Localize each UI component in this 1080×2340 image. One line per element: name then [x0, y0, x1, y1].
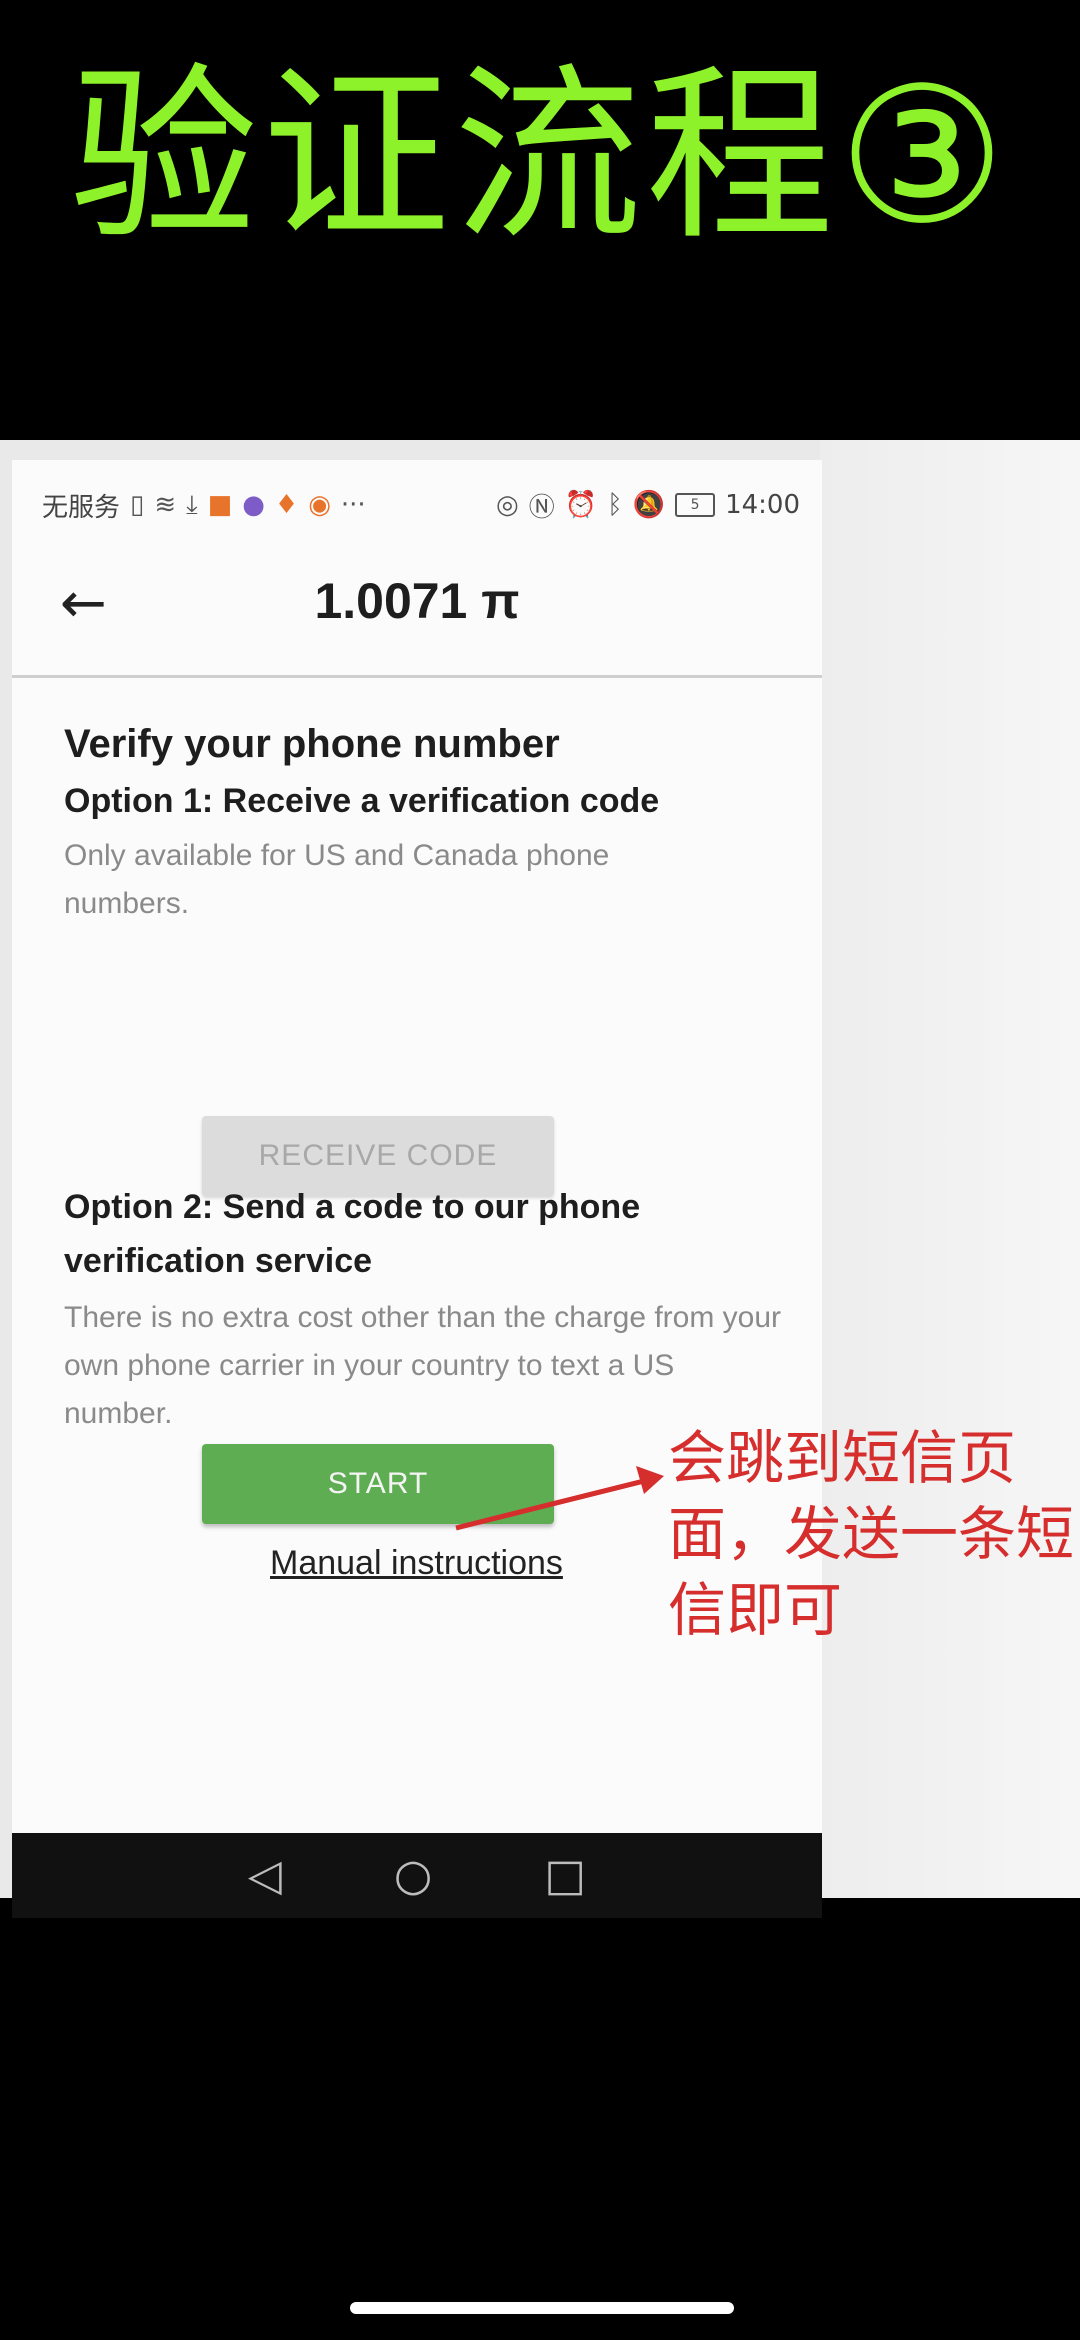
app-notification-icon: ■: [207, 490, 233, 520]
start-button[interactable]: START: [202, 1444, 554, 1524]
nfc-icon: Ⓝ: [528, 492, 555, 523]
more-notifications-icon: ···: [340, 490, 366, 520]
option2-title: Option 2: Send a code to our phone verif…: [64, 1188, 641, 1280]
app-badge-icon: ●: [242, 490, 265, 520]
option1-title: Option 1: Receive a verification code: [64, 782, 660, 820]
home-indicator[interactable]: [350, 2302, 734, 2314]
weibo-icon: ◉: [308, 490, 331, 520]
status-bar: 无服务 ▯ ≋ ⤓ ■ ● ♦ ◉ ··· ◎ Ⓝ ⏰ ᛒ 🔕 5 14:00: [12, 460, 822, 550]
status-time: 14:00: [725, 490, 800, 520]
carrier-label: 无服务: [42, 492, 121, 523]
alarm-icon: ⏰: [564, 490, 598, 520]
sim-icon: ▯: [130, 490, 145, 520]
manual-instructions-link[interactable]: Manual instructions: [270, 1544, 563, 1583]
phone-screen: 无服务 ▯ ≋ ⤓ ■ ● ♦ ◉ ··· ◎ Ⓝ ⏰ ᛒ 🔕 5 14:00 …: [12, 460, 822, 1918]
android-nav-bar: ◁ ○ □: [12, 1833, 822, 1918]
annotation-text: 会跳到短信页面，发送一条短信即可: [668, 1424, 1075, 1644]
option1-description: Only available for US and Canada phone n…: [64, 839, 610, 920]
nav-recents-icon[interactable]: □: [544, 1853, 586, 1898]
eye-icon: ◎: [496, 490, 519, 520]
option2-description: There is no extra cost other than the ch…: [64, 1301, 782, 1430]
banner-title: 验证流程③: [69, 47, 1011, 266]
battery-icon: 5: [675, 493, 716, 517]
nav-back-icon[interactable]: ◁: [248, 1853, 282, 1898]
photo-background: [820, 440, 1080, 1898]
mute-icon: 🔕: [632, 490, 666, 520]
nav-home-icon[interactable]: ○: [394, 1853, 432, 1898]
page-heading: Verify your phone number: [64, 722, 560, 766]
pin-icon: ♦: [274, 490, 299, 520]
status-left: 无服务 ▯ ≋ ⤓ ■ ● ♦ ◉ ···: [42, 487, 366, 524]
bluetooth-icon: ᛒ: [607, 490, 623, 520]
app-bar: ← 1.0071 π: [12, 550, 822, 678]
balance-title: 1.0071 π: [314, 573, 520, 629]
status-right: ◎ Ⓝ ⏰ ᛒ 🔕 5 14:00: [496, 487, 800, 524]
download-icon: ⤓: [186, 489, 198, 520]
screenshot-photo: 无服务 ▯ ≋ ⤓ ■ ● ♦ ◉ ··· ◎ Ⓝ ⏰ ᛒ 🔕 5 14:00 …: [0, 440, 1080, 1918]
wifi-icon: ≋: [154, 490, 177, 520]
